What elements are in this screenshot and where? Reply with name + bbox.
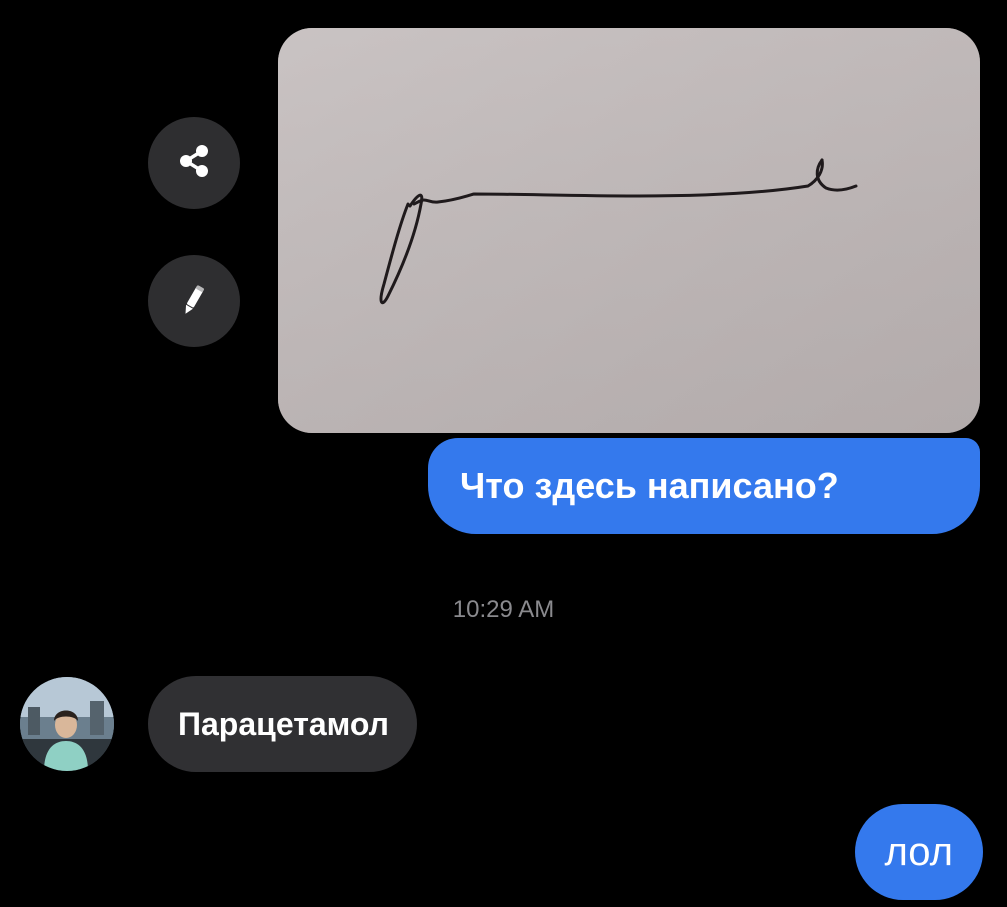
sent-reply-bubble[interactable]: лол	[854, 804, 983, 900]
signature-photo[interactable]	[278, 28, 980, 433]
share-icon	[174, 141, 214, 186]
avatar-image	[20, 677, 114, 771]
received-message-bubble[interactable]: Парацетамол	[148, 676, 417, 772]
received-message-text: Парацетамол	[178, 705, 389, 742]
sent-message-bubble[interactable]: Что здесь написано?	[428, 438, 980, 534]
chat-screen: Что здесь написано? 10:29 AM Парацетамол…	[0, 0, 1007, 907]
signature-drawing	[278, 28, 980, 433]
sent-message-text: Что здесь написано?	[460, 465, 839, 506]
contact-avatar[interactable]	[20, 677, 114, 771]
sent-reply-text: лол	[884, 829, 954, 874]
share-button[interactable]	[148, 117, 240, 209]
edit-button[interactable]	[148, 255, 240, 347]
message-timestamp: 10:29 AM	[452, 596, 555, 623]
pencil-icon	[174, 279, 214, 324]
